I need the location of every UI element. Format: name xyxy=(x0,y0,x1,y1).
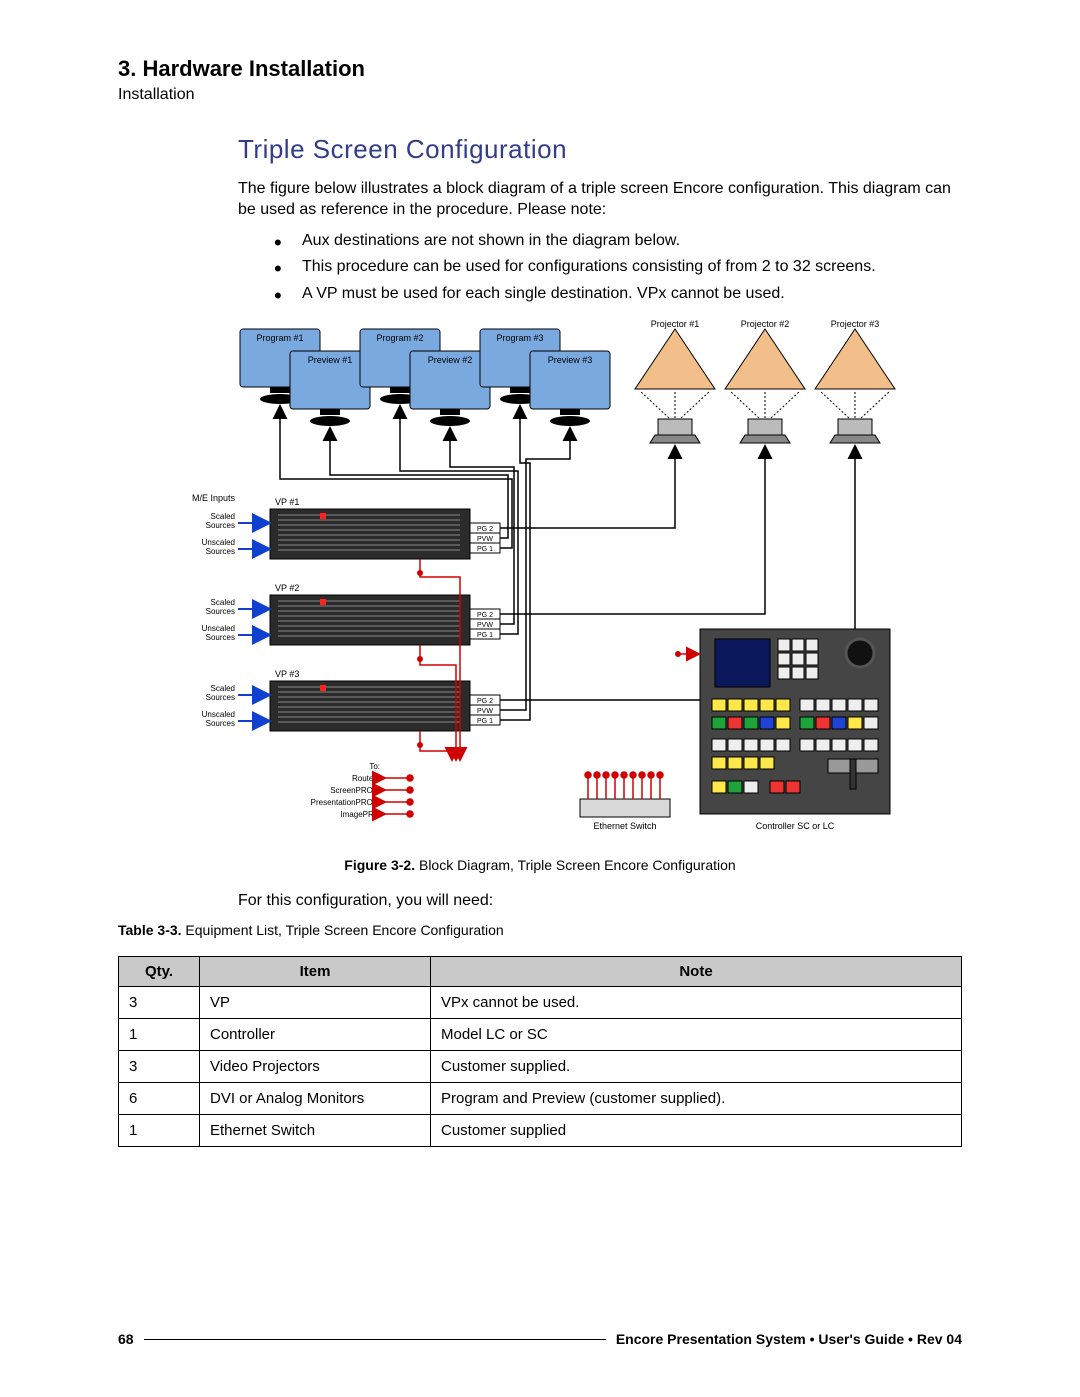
intro-paragraph: The figure below illustrates a block dia… xyxy=(238,179,962,221)
page-footer: 68 Encore Presentation System • User's G… xyxy=(118,1331,962,1347)
vp-unit-3: VP #3 PG 2 PVW PG 1 xyxy=(270,669,500,731)
svg-text:PG 2: PG 2 xyxy=(477,526,493,533)
svg-text:To:: To: xyxy=(369,762,380,771)
table-row: 6 DVI or Analog Monitors Program and Pre… xyxy=(119,1082,962,1114)
footer-rule xyxy=(144,1339,606,1340)
svg-text:Sources: Sources xyxy=(206,547,235,556)
col-qty: Qty. xyxy=(119,956,200,986)
svg-text:Scaled: Scaled xyxy=(211,598,235,607)
svg-text:ScreenPRO-II: ScreenPRO-II xyxy=(330,786,380,795)
bullet-item: This procedure can be used for configura… xyxy=(268,257,962,278)
svg-text:Sources: Sources xyxy=(206,521,235,530)
svg-text:PG 2: PG 2 xyxy=(477,698,493,705)
label-vp-1: VP #1 xyxy=(275,497,299,507)
col-note: Note xyxy=(431,956,962,986)
label-program-2: Program #2 xyxy=(376,333,423,343)
table-row: 1 Ethernet Switch Customer supplied xyxy=(119,1114,962,1146)
svg-text:Sources: Sources xyxy=(206,633,235,642)
col-item: Item xyxy=(200,956,431,986)
projector-2: Projector #2 xyxy=(725,319,805,443)
bullet-list: Aux destinations are not shown in the di… xyxy=(268,231,962,305)
diagram-svg: Program #1 Preview #1 Program #2 xyxy=(160,319,920,849)
svg-text:Sources: Sources xyxy=(206,693,235,702)
svg-text:PresentationPRO-II: PresentationPRO-II xyxy=(311,798,380,807)
table-caption: Table 3-3. Equipment List, Triple Screen… xyxy=(118,922,962,938)
table-row: 1 Controller Model LC or SC xyxy=(119,1018,962,1050)
svg-text:Sources: Sources xyxy=(206,607,235,616)
monitor-preview-1: Preview #1 xyxy=(290,351,370,426)
vp-unit-1: VP #1 PG 2 PVW PG 1 xyxy=(270,497,500,559)
monitor-preview-2: Preview #2 xyxy=(410,351,490,426)
vp-unit-2: VP #2 PG 2 PVW PG 1 xyxy=(270,583,500,645)
need-line: For this configuration, you will need: xyxy=(238,891,962,912)
table-row: 3 VP VPx cannot be used. xyxy=(119,986,962,1018)
block-diagram: Program #1 Preview #1 Program #2 xyxy=(118,319,962,849)
label-projector-3: Projector #3 xyxy=(831,319,880,329)
svg-text:PG 2: PG 2 xyxy=(477,612,493,619)
svg-text:Routers: Routers xyxy=(352,774,380,783)
label-program-3: Program #3 xyxy=(496,333,543,343)
svg-text:Unscaled: Unscaled xyxy=(202,710,235,719)
breadcrumb: Installation xyxy=(118,86,962,104)
manual-page: 3. Hardware Installation Installation Tr… xyxy=(0,0,1080,1397)
monitor-preview-3: Preview #3 xyxy=(530,351,610,426)
label-controller: Controller SC or LC xyxy=(756,821,835,831)
equipment-table: Qty. Item Note 3 VP VPx cannot be used. … xyxy=(118,956,962,1147)
page-number: 68 xyxy=(118,1331,134,1347)
bullet-item: Aux destinations are not shown in the di… xyxy=(268,231,962,252)
label-vp-3: VP #3 xyxy=(275,669,299,679)
svg-text:Unscaled: Unscaled xyxy=(202,538,235,547)
table-row: 3 Video Projectors Customer supplied. xyxy=(119,1050,962,1082)
svg-text:PVW: PVW xyxy=(477,622,493,629)
ethernet-switch: Ethernet Switch xyxy=(580,772,670,831)
svg-text:Sources: Sources xyxy=(206,719,235,728)
doc-title: Encore Presentation System • User's Guid… xyxy=(616,1331,962,1347)
label-eth-switch: Ethernet Switch xyxy=(593,821,656,831)
projector-1: Projector #1 xyxy=(635,319,715,443)
svg-text:PG 1: PG 1 xyxy=(477,632,493,639)
svg-text:Unscaled: Unscaled xyxy=(202,624,235,633)
svg-text:PG 1: PG 1 xyxy=(477,546,493,553)
projector-3: Projector #3 xyxy=(815,319,895,443)
svg-text:Scaled: Scaled xyxy=(211,512,235,521)
svg-text:PVW: PVW xyxy=(477,708,493,715)
label-projector-1: Projector #1 xyxy=(651,319,700,329)
label-program-1: Program #1 xyxy=(256,333,303,343)
to-labels: To: Routers ScreenPRO-II PresentationPRO… xyxy=(311,762,380,819)
figure-caption: Figure 3-2. Block Diagram, Triple Screen… xyxy=(118,857,962,873)
sub-heading: Triple Screen Configuration xyxy=(238,134,962,165)
section-heading: 3. Hardware Installation xyxy=(118,56,962,82)
table-header-row: Qty. Item Note xyxy=(119,956,962,986)
svg-text:PG 1: PG 1 xyxy=(477,718,493,725)
label-vp-2: VP #2 xyxy=(275,583,299,593)
label-preview-3: Preview #3 xyxy=(548,355,593,365)
svg-text:Scaled: Scaled xyxy=(211,684,235,693)
controller: Controller SC or LC xyxy=(700,629,890,831)
label-preview-1: Preview #1 xyxy=(308,355,353,365)
label-me-inputs: M/E Inputs xyxy=(192,493,236,503)
svg-text:ImagePRO: ImagePRO xyxy=(340,810,380,819)
svg-text:PVW: PVW xyxy=(477,536,493,543)
label-projector-2: Projector #2 xyxy=(741,319,790,329)
label-preview-2: Preview #2 xyxy=(428,355,473,365)
bullet-item: A VP must be used for each single destin… xyxy=(268,284,962,305)
